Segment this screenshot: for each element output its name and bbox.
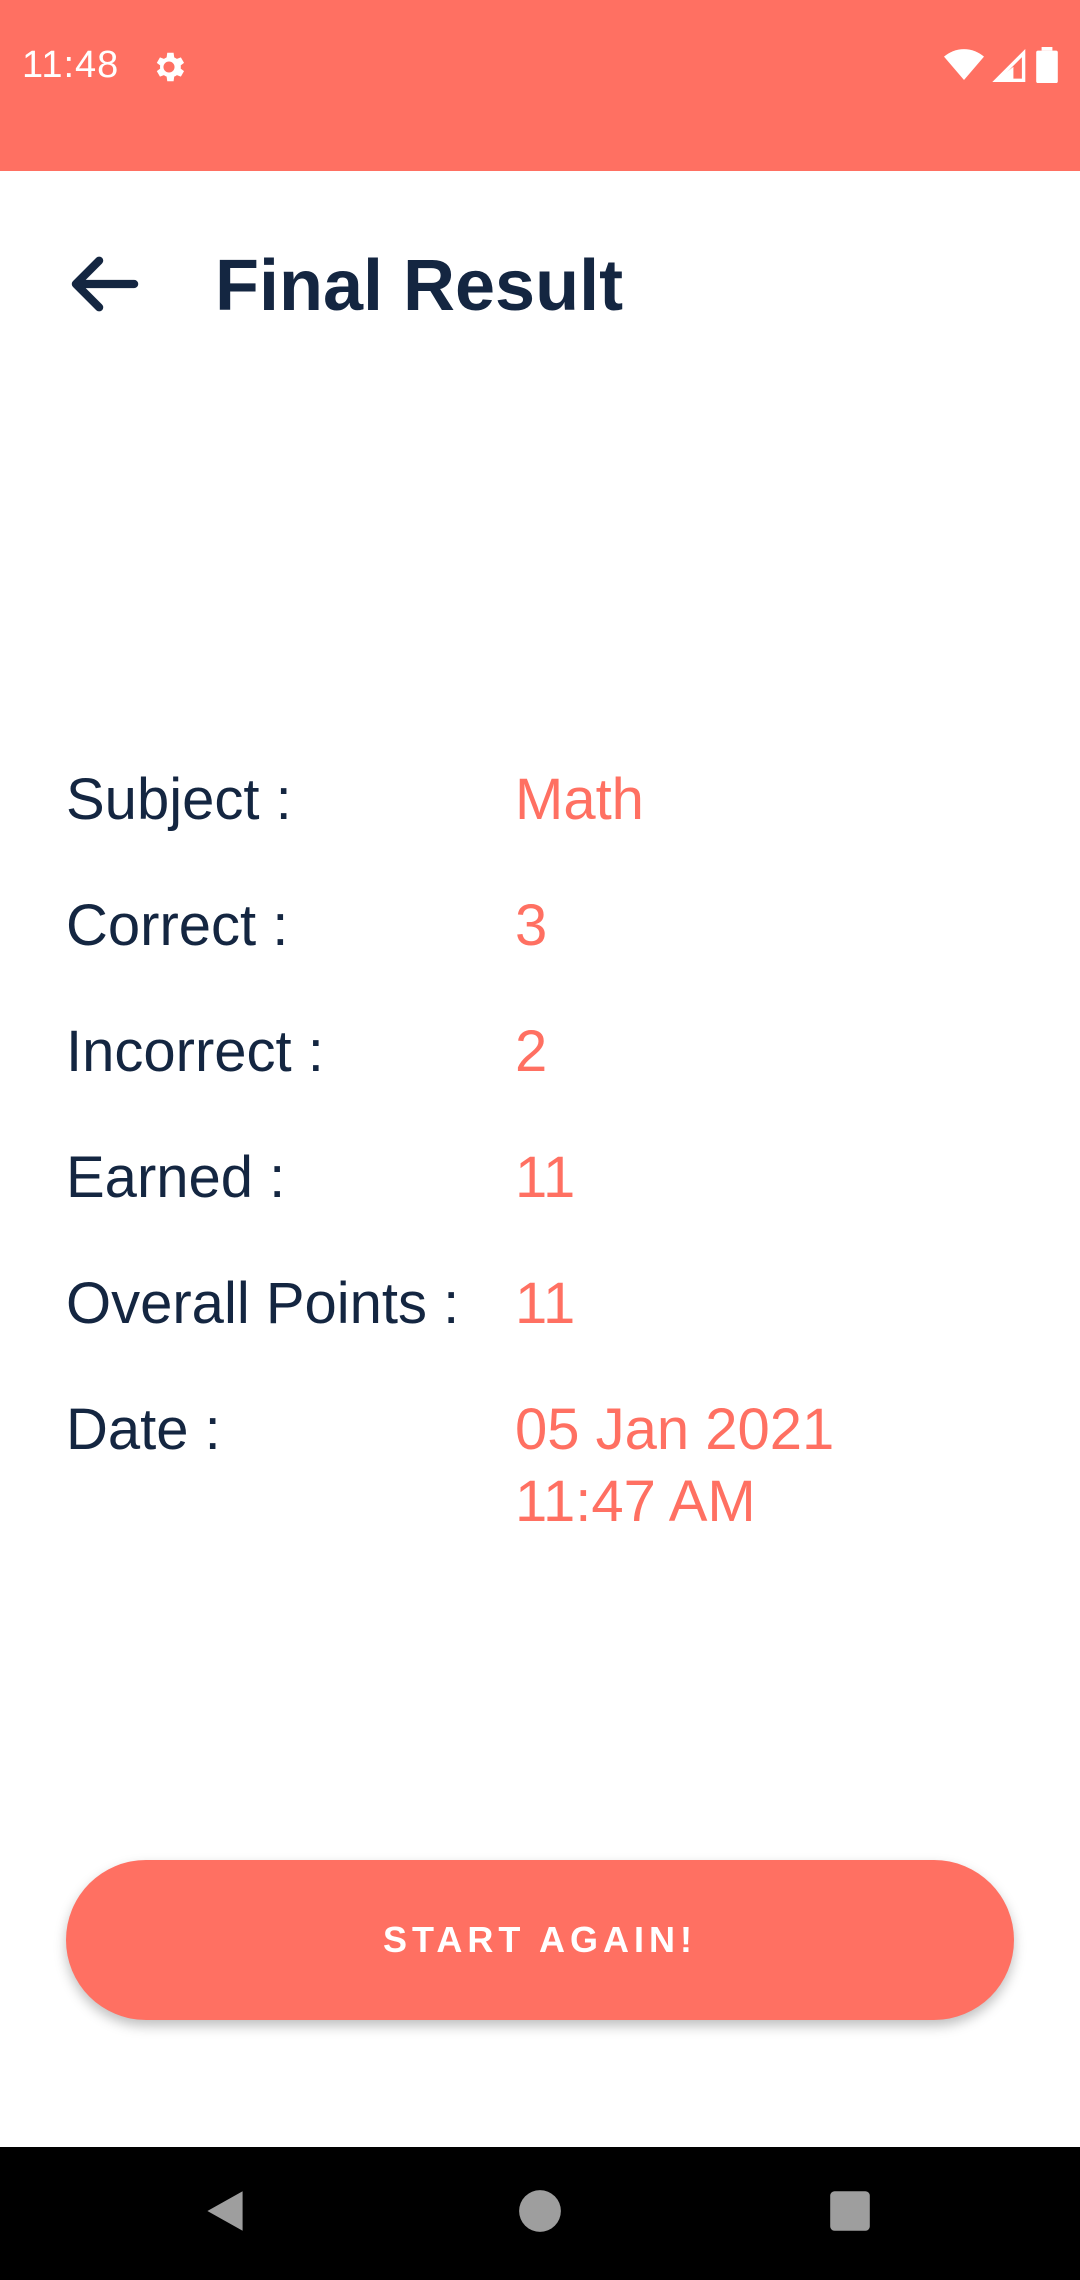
nav-recents-button[interactable]: [780, 2147, 920, 2280]
result-row-subject: Subject : Math: [0, 760, 1080, 870]
page-title: Final Result: [215, 246, 624, 326]
result-value-time: 11:47 AM: [515, 1469, 756, 1534]
gear-icon: [150, 48, 188, 86]
wifi-icon: [944, 48, 984, 87]
result-label: Incorrect :: [66, 1019, 324, 1084]
result-label: Overall Points :: [66, 1271, 460, 1336]
result-value: Math: [515, 767, 644, 832]
result-label: Date :: [66, 1397, 221, 1462]
status-icons: [944, 46, 1058, 88]
arrow-back-icon: [70, 254, 140, 319]
nav-home-button[interactable]: [470, 2147, 610, 2280]
nav-back-button[interactable]: [155, 2147, 295, 2280]
result-value: 11: [515, 1271, 576, 1336]
result-row-incorrect: Incorrect : 2: [0, 1012, 1080, 1122]
start-again-button[interactable]: START AGAIN!: [66, 1860, 1014, 2020]
result-label: Earned :: [66, 1145, 286, 1210]
recents-square-icon: [828, 2189, 872, 2238]
result-value-date: 05 Jan 2021: [515, 1397, 835, 1462]
result-value: 2: [515, 1019, 548, 1084]
back-triangle-icon: [203, 2189, 247, 2238]
battery-icon: [1036, 46, 1058, 88]
back-button[interactable]: [60, 241, 150, 331]
status-time: 11:48: [22, 44, 120, 86]
result-label: Subject :: [66, 767, 292, 832]
navigation-bar: [0, 2147, 1080, 2280]
result-row-correct: Correct : 3: [0, 886, 1080, 996]
result-value: 11: [515, 1145, 576, 1210]
result-row-overall-points: Overall Points : 11: [0, 1264, 1080, 1374]
app-bar: Final Result: [0, 171, 1080, 391]
home-circle-icon: [518, 2189, 562, 2238]
signal-icon: [992, 48, 1028, 87]
status-bar: 11:48: [0, 0, 1080, 171]
result-row-earned: Earned : 11: [0, 1138, 1080, 1248]
result-row-date: Date : 05 Jan 2021 11:47 AM: [0, 1390, 1080, 1550]
result-label: Correct :: [66, 893, 289, 958]
result-value: 3: [515, 893, 548, 958]
